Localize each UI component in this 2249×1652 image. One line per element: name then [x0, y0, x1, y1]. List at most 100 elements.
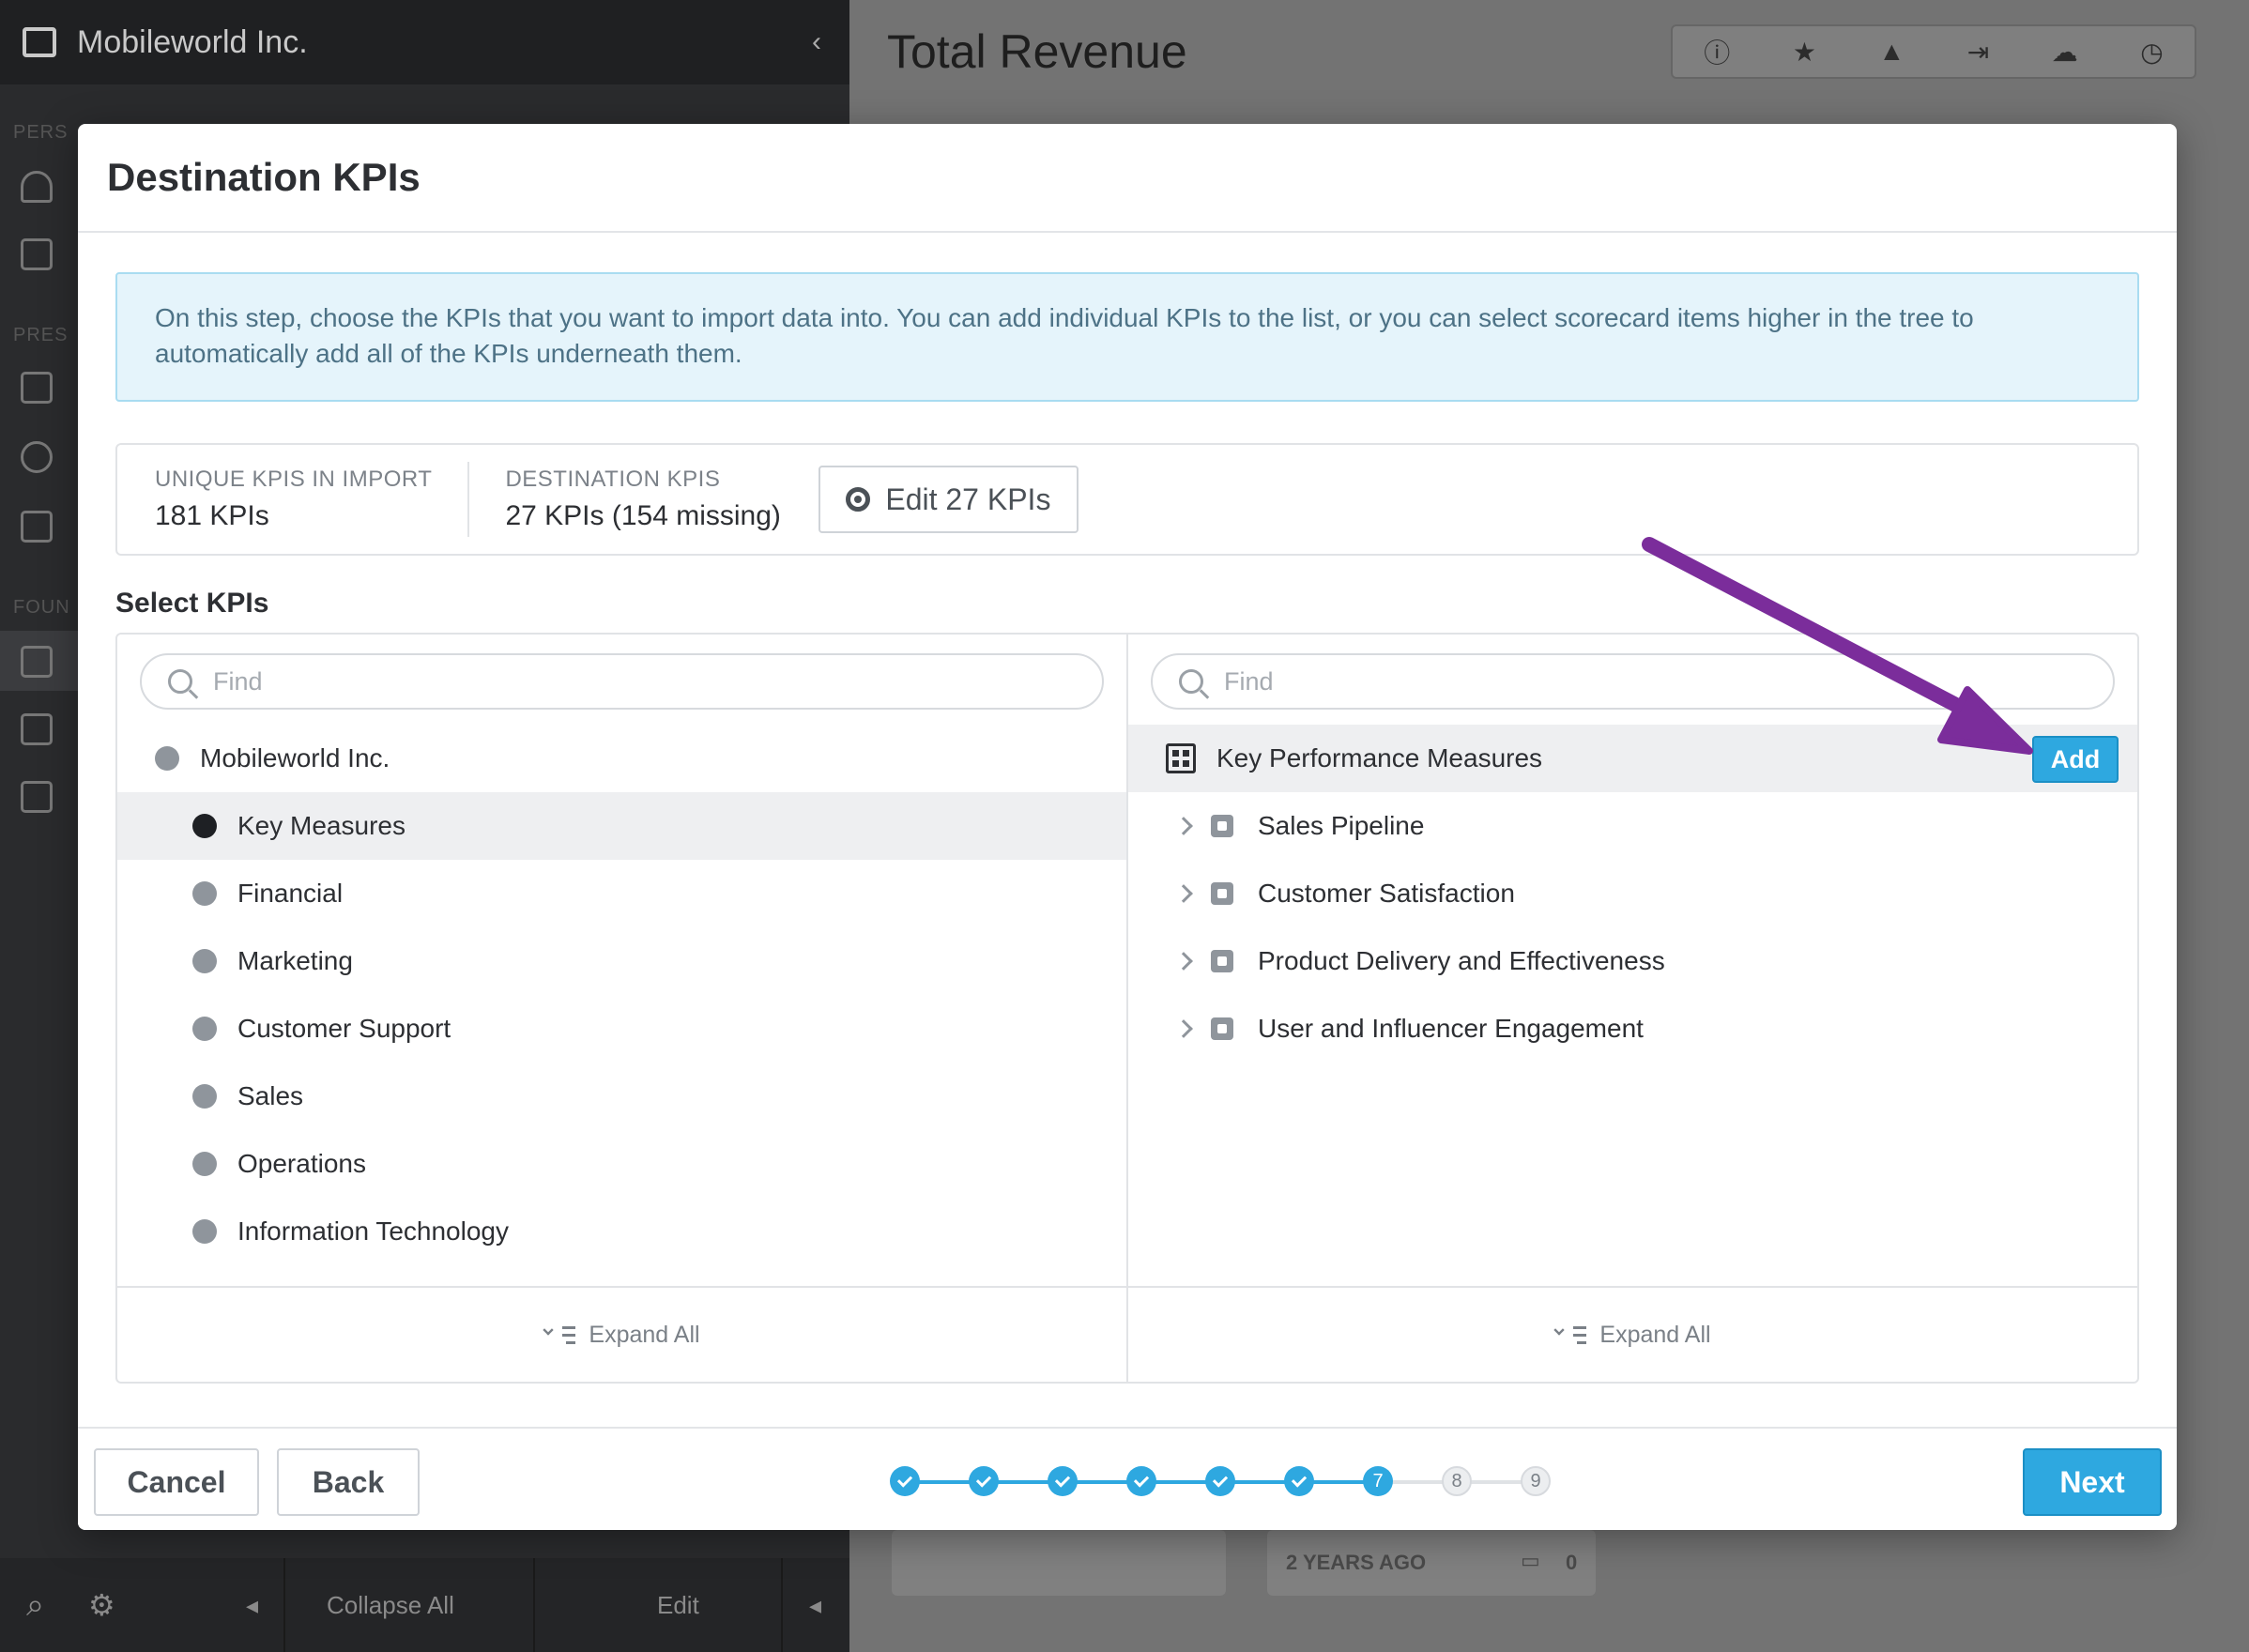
- tree-item[interactable]: Product Delivery and Effectiveness: [1128, 927, 2137, 995]
- search-icon: [1179, 669, 1203, 694]
- tree-item[interactable]: Marketing: [117, 927, 1126, 995]
- tree-item[interactable]: Customer Support: [117, 995, 1126, 1063]
- expand-all-button[interactable]: Expand All: [117, 1286, 1126, 1382]
- sidebar-section-label: FOUN: [13, 597, 70, 618]
- comment-count: 0: [1566, 1551, 1578, 1574]
- chevron-right-icon[interactable]: [1174, 817, 1193, 835]
- star-icon[interactable]: [21, 238, 53, 270]
- sidebar-rail: PERS PRES FOUN: [0, 84, 75, 1586]
- tree-item[interactable]: Sales Pipeline: [1128, 792, 2137, 860]
- scorecard-dot-icon: [192, 1084, 217, 1109]
- tree-item-label: Key Measures: [237, 811, 405, 840]
- tree-item[interactable]: Information Technology: [117, 1198, 1126, 1265]
- scorecard-dot-icon: [192, 949, 217, 973]
- tree-item-label: Product Delivery and Effectiveness: [1258, 946, 1665, 975]
- objective-icon: [1211, 950, 1233, 972]
- scorecard-tree-panel: Mobileworld Inc. Key Measures Financial …: [117, 635, 1126, 1382]
- wizard-step-6[interactable]: [1284, 1466, 1314, 1496]
- info-message: On this step, choose the KPIs that you w…: [115, 272, 2139, 402]
- pie-chart-icon[interactable]: [21, 441, 53, 473]
- scorecard-dot-icon: [155, 746, 179, 771]
- objective-icon: [1211, 815, 1233, 837]
- next-button[interactable]: Next: [2023, 1448, 2162, 1516]
- info-icon[interactable]: ⓘ: [1704, 33, 1730, 70]
- tree-item[interactable]: Key Measures: [117, 792, 1126, 860]
- tree-item-label: Customer Satisfaction: [1258, 879, 1515, 908]
- share-icon[interactable]: ⇥: [1967, 37, 1989, 68]
- expand-all-icon: [1553, 1323, 1587, 1346]
- page-title: Total Revenue: [887, 25, 1187, 78]
- modal-footer: Cancel Back 789 Next: [78, 1427, 2177, 1530]
- tree-item-label: Sales Pipeline: [1258, 811, 1425, 840]
- wizard-step-3[interactable]: [1048, 1466, 1078, 1496]
- tree-item-label: Information Technology: [237, 1216, 509, 1246]
- org-header[interactable]: Mobileworld Inc. ‹: [0, 0, 849, 84]
- tree-item[interactable]: Financial: [117, 860, 1126, 927]
- tree-item[interactable]: Operations: [117, 1130, 1126, 1198]
- destination-kpis-stat: DESTINATION KPIS 27 KPIs (154 missing): [505, 467, 780, 532]
- edit-button[interactable]: Edit: [657, 1591, 699, 1620]
- expand-all-label: Expand All: [589, 1321, 700, 1348]
- chevron-right-icon[interactable]: [1174, 884, 1193, 903]
- timestamp-label: 2 YEARS AGO: [1286, 1551, 1427, 1574]
- collapse-all-button[interactable]: Collapse All: [327, 1591, 454, 1620]
- wizard-step-7: 7: [1363, 1466, 1393, 1496]
- wizard-step-1[interactable]: [890, 1466, 920, 1496]
- wizard-progress: 7 8 9: [78, 1429, 2177, 1530]
- chevron-left-icon[interactable]: ◂: [246, 1591, 258, 1620]
- stat-value: 181 KPIs: [155, 500, 269, 531]
- search-icon: [168, 669, 192, 694]
- stat-label: UNIQUE KPIS IN IMPORT: [155, 467, 433, 492]
- scorecard-dot-icon: [192, 1017, 217, 1041]
- find-input[interactable]: [1224, 666, 1971, 696]
- expand-all-icon: [543, 1323, 576, 1346]
- tree-item[interactable]: User and Influencer Engagement: [1128, 995, 2137, 1063]
- cloud-icon[interactable]: ☁: [2052, 37, 2078, 68]
- scorecard-icon: [1166, 743, 1196, 773]
- dashboard-icon[interactable]: [21, 372, 53, 404]
- find-field[interactable]: [1151, 653, 2115, 710]
- expand-all-label: Expand All: [1599, 1321, 1711, 1348]
- chevron-left-icon[interactable]: ◂: [809, 1591, 821, 1620]
- kpi-tree-panel: Key Performance Measures Add Sales Pipel…: [1126, 635, 2137, 1382]
- scorecard-dot-icon: [192, 814, 217, 838]
- kpi-stats: UNIQUE KPIS IN IMPORT 181 KPIs DESTINATI…: [115, 443, 2139, 556]
- chevron-right-icon[interactable]: [1174, 1019, 1193, 1038]
- gear-icon[interactable]: ⚙: [88, 1587, 115, 1623]
- star-icon[interactable]: ★: [1793, 37, 1816, 68]
- add-button[interactable]: Add: [2032, 736, 2119, 783]
- find-input[interactable]: [213, 666, 960, 696]
- org-name: Mobileworld Inc.: [77, 23, 308, 60]
- clock-icon[interactable]: ◷: [2140, 37, 2163, 68]
- edit-kpis-button[interactable]: Edit 27 KPIs: [818, 466, 1079, 533]
- destination-kpis-modal: Destination KPIs On this step, choose th…: [78, 124, 2177, 1530]
- wizard-step-5[interactable]: [1205, 1466, 1235, 1496]
- tree-item-label: Financial: [237, 879, 344, 908]
- tree-item-root[interactable]: Mobileworld Inc.: [117, 725, 1126, 792]
- book-icon[interactable]: [21, 511, 53, 543]
- scorecard-tree: Mobileworld Inc. Key Measures Financial …: [117, 725, 1126, 1278]
- section-label: Select KPIs: [115, 588, 269, 619]
- divider: [467, 462, 470, 537]
- tree-item[interactable]: Sales: [117, 1063, 1126, 1130]
- wizard-step-4[interactable]: [1126, 1466, 1156, 1496]
- tree-item[interactable]: Customer Satisfaction: [1128, 860, 2137, 927]
- search-icon[interactable]: ⌕: [26, 1587, 44, 1624]
- chevron-left-icon[interactable]: ‹: [812, 26, 821, 58]
- checkbox-icon[interactable]: [21, 713, 53, 745]
- edit-kpis-label: Edit 27 KPIs: [885, 482, 1051, 516]
- document-icon[interactable]: [21, 781, 53, 813]
- unique-kpis-stat: UNIQUE KPIS IN IMPORT 181 KPIs: [155, 467, 432, 532]
- comment-icon[interactable]: ▭: [1521, 1549, 1540, 1573]
- tree-item-label: Operations: [237, 1149, 366, 1178]
- user-icon[interactable]: [21, 171, 53, 203]
- scorecard-icon[interactable]: [21, 646, 53, 678]
- find-field[interactable]: [140, 653, 1104, 710]
- tree-item-label: User and Influencer Engagement: [1258, 1014, 1644, 1043]
- alert-icon[interactable]: ▲: [1878, 37, 1905, 67]
- chevron-right-icon[interactable]: [1174, 952, 1193, 971]
- tree-item-root[interactable]: Key Performance Measures Add: [1128, 725, 2137, 792]
- expand-all-button[interactable]: Expand All: [1128, 1286, 2137, 1382]
- stat-value: 27 KPIs (154 missing): [505, 500, 781, 531]
- wizard-step-2[interactable]: [969, 1466, 999, 1496]
